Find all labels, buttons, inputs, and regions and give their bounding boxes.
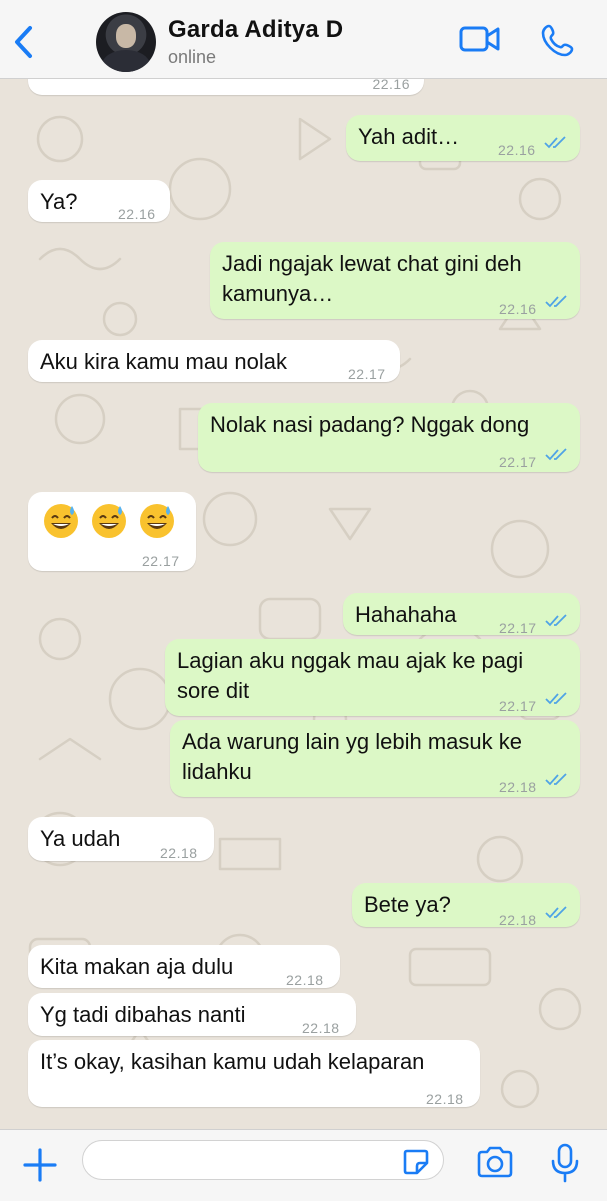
message-text: Hahahaha <box>355 602 457 627</box>
grinning-face-with-sweat-icon <box>140 504 174 538</box>
voice-call-button[interactable] <box>540 22 576 63</box>
message-outgoing[interactable]: Bete ya? 22.18 <box>352 883 580 928</box>
voice-record-button[interactable] <box>550 1143 580 1188</box>
plus-icon <box>23 1148 57 1182</box>
message-outgoing[interactable]: Jadi ngajak lewat chat gini deh kamunya…… <box>210 242 580 319</box>
contact-status: online <box>168 47 217 67</box>
read-ticks-icon <box>545 295 567 308</box>
message-incoming[interactable]: 22.16 <box>28 79 424 95</box>
contact-name[interactable]: Garda Aditya D <box>168 16 343 44</box>
message-text: Yah adit… <box>358 124 460 149</box>
grinning-face-with-sweat-icon <box>44 504 78 538</box>
video-camera-icon <box>459 26 500 52</box>
message-outgoing[interactable]: Yah adit… 22.16 <box>346 115 580 161</box>
message-time: 22.16 <box>499 301 537 317</box>
message-incoming[interactable]: Aku kira kamu mau nolak 22.17 <box>28 340 400 382</box>
read-ticks-icon <box>545 906 567 919</box>
message-input[interactable] <box>82 1140 444 1180</box>
phone-icon <box>541 24 574 57</box>
message-text: Nolak nasi padang? Nggak dong <box>210 412 530 437</box>
message-text-line: Ada warung lain yg lebih masuk ke <box>182 729 522 754</box>
message-text: Yg tadi dibahas nanti <box>40 1002 246 1027</box>
message-incoming-emoji[interactable]: 22.17 <box>28 492 196 571</box>
message-text-line: Lagian aku nggak mau ajak ke pagi <box>177 648 524 673</box>
grinning-face-with-sweat-icon <box>92 504 126 538</box>
message-outgoing[interactable]: Lagian aku nggak mau ajak ke pagi sore d… <box>165 639 580 716</box>
chevron-left-icon <box>15 26 32 58</box>
message-time: 22.18 <box>286 972 324 988</box>
message-text: Bete ya? <box>364 892 451 917</box>
message-time: 22.18 <box>302 1020 340 1036</box>
message-time: 22.16 <box>372 79 410 92</box>
message-incoming[interactable]: It’s okay, kasihan kamu udah kelaparan 2… <box>28 1040 480 1107</box>
message-text: Aku kira kamu mau nolak <box>40 349 287 374</box>
message-time: 22.16 <box>498 142 536 158</box>
composer-bar <box>0 1129 607 1201</box>
read-ticks-icon <box>545 448 567 461</box>
read-ticks-icon <box>545 773 567 786</box>
message-time: 22.18 <box>499 912 537 928</box>
read-ticks-icon <box>545 692 567 705</box>
message-time: 22.17 <box>499 454 537 470</box>
chat-header: Garda Aditya D online <box>0 0 607 79</box>
video-call-button[interactable] <box>458 24 502 59</box>
message-outgoing[interactable]: Nolak nasi padang? Nggak dong 22.17 <box>198 403 580 472</box>
back-button[interactable] <box>10 22 40 62</box>
sticker-button[interactable] <box>402 1148 430 1181</box>
camera-icon <box>477 1146 513 1178</box>
message-outgoing[interactable]: Ada warung lain yg lebih masuk ke lidahk… <box>170 720 580 797</box>
message-incoming[interactable]: Kita makan aja dulu 22.18 <box>28 945 340 988</box>
message-text: Ya udah <box>40 826 121 851</box>
read-ticks-icon <box>545 614 567 627</box>
avatar[interactable] <box>96 12 156 72</box>
message-incoming[interactable]: Ya? 22.16 <box>28 180 170 222</box>
message-text: It’s okay, kasihan kamu udah kelaparan <box>40 1049 425 1074</box>
message-time: 22.17 <box>142 553 180 569</box>
message-time: 22.18 <box>499 779 537 795</box>
message-time: 22.17 <box>348 366 386 382</box>
message-time: 22.16 <box>118 206 156 222</box>
message-text: Ya? <box>40 189 78 214</box>
message-text: Kita makan aja dulu <box>40 954 234 979</box>
chat-area[interactable]: 22.16 Yah adit… 22.16 Ya? 22.16 Jadi nga… <box>0 79 607 1129</box>
microphone-icon <box>551 1143 579 1183</box>
camera-button[interactable] <box>476 1146 514 1183</box>
message-time: 22.18 <box>426 1091 464 1107</box>
message-incoming[interactable]: Ya udah 22.18 <box>28 817 214 861</box>
message-outgoing[interactable]: Hahahaha 22.17 <box>343 593 580 636</box>
message-time: 22.17 <box>499 698 537 714</box>
message-text-line: sore dit <box>177 678 250 703</box>
message-text-line: lidahku <box>182 759 252 784</box>
attach-button[interactable] <box>22 1147 58 1188</box>
message-text-line: Jadi ngajak lewat chat gini deh <box>222 251 522 276</box>
read-ticks-icon <box>544 136 566 149</box>
sticker-icon <box>403 1149 429 1175</box>
message-text-line: kamunya… <box>222 281 334 306</box>
message-incoming[interactable]: Yg tadi dibahas nanti 22.18 <box>28 993 356 1036</box>
message-time: 22.18 <box>160 845 198 861</box>
